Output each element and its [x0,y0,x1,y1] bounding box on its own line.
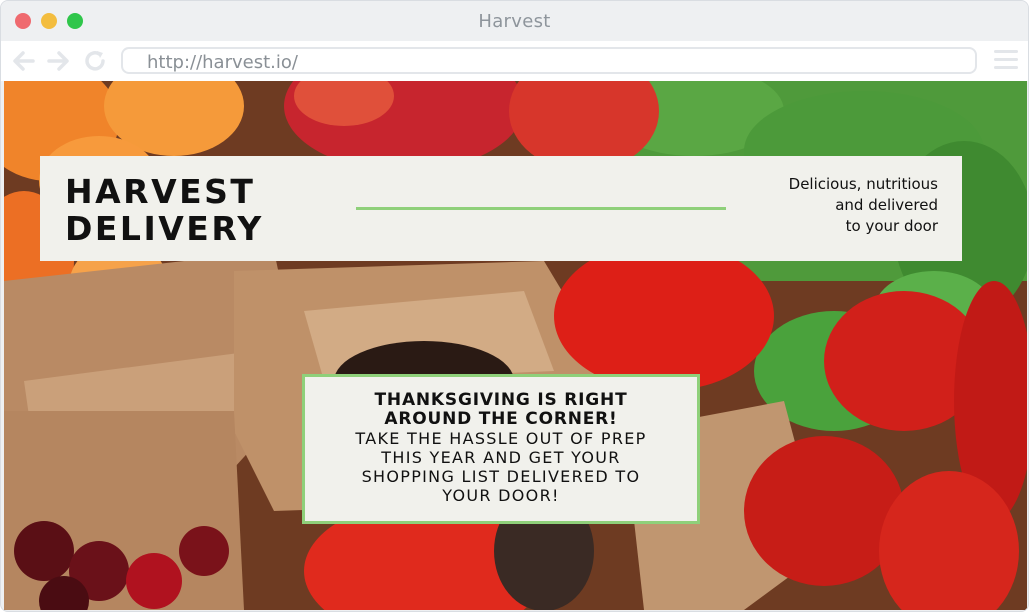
window-title: Harvest [478,11,551,32]
address-bar[interactable]: http://harvest.io/ [121,47,977,74]
forward-arrow-icon[interactable] [45,49,71,73]
tagline: Delicious, nutritious and delivered to y… [788,175,938,235]
promo-body: TAKE THE HASSLE OUT OF PREP THIS YEAR AN… [355,429,647,505]
reload-icon[interactable] [83,49,109,73]
page-content: HARVEST DELIVERY Delicious, nutritious a… [4,81,1027,610]
title-bar: Harvest [1,1,1028,41]
back-arrow-icon[interactable] [11,49,37,73]
promo-box: THANKSGIVING IS RIGHT AROUND THE CORNER!… [302,374,700,524]
promo-heading: THANKSGIVING IS RIGHT AROUND THE CORNER! [374,390,628,429]
header-card: HARVEST DELIVERY Delicious, nutritious a… [40,156,962,261]
brand-title: HARVEST DELIVERY [65,172,264,248]
hamburger-menu-icon[interactable] [994,50,1018,72]
header-divider [356,207,726,210]
browser-toolbar: http://harvest.io/ [1,41,1028,81]
browser-window: Harvest http://harvest.io/ HARVEST DELIV… [0,0,1029,612]
url-text: http://harvest.io/ [147,52,298,73]
